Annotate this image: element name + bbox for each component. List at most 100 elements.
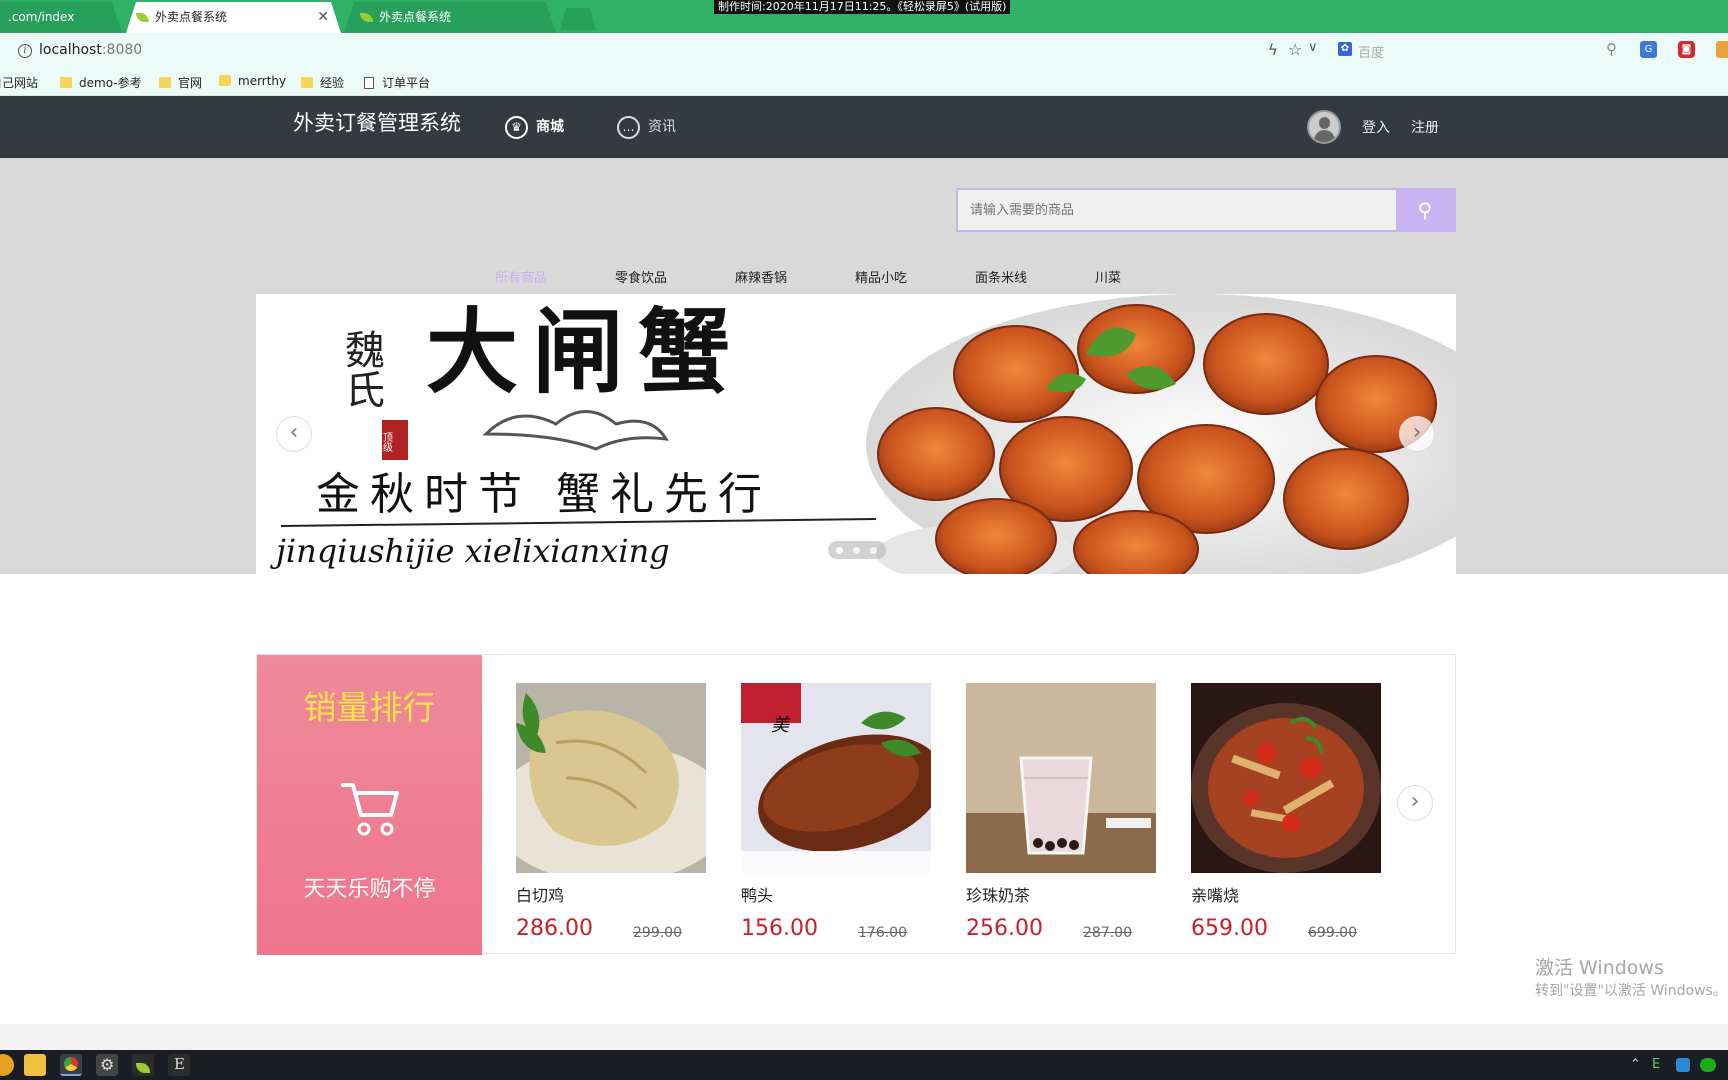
category-tab-noodles[interactable]: 面条米线 [975, 267, 1027, 286]
tray-app-icon[interactable] [1676, 1058, 1690, 1072]
product-name[interactable]: 亲嘴烧 [1191, 882, 1239, 906]
nav-item-mall[interactable]: ♛ 商城 [505, 114, 564, 140]
category-tab-spicy-pot[interactable]: 麻辣香锅 [735, 267, 787, 286]
product-old-price: 287.00 [1083, 925, 1132, 941]
cart-icon [341, 783, 399, 836]
address-bar: i localhost:8080 ϟ ☆ ∨ ✿ 百度 ⚲ G ◙ [0, 33, 1728, 69]
page-footer-strip [0, 1024, 1728, 1050]
banner-slogan: 金秋时节 蟹礼先行 [316, 469, 772, 520]
translate-icon[interactable]: G [1640, 41, 1657, 58]
leaf-favicon-icon [360, 13, 373, 22]
tray-chevron-up-icon[interactable]: ⌃ [1630, 1057, 1641, 1072]
tab-label: 外卖点餐系统 [379, 10, 452, 24]
browser-taskbar-icon[interactable] [60, 1054, 82, 1076]
avatar[interactable] [1307, 110, 1341, 144]
carousel-next-button[interactable]: › [1399, 416, 1435, 452]
category-tab-sichuan[interactable]: 川菜 [1095, 267, 1121, 286]
carousel-prev-button[interactable]: ‹ [276, 416, 312, 452]
banner-pinyin: jinqiushijie xielixianxing [270, 532, 670, 570]
product-image[interactable] [516, 683, 706, 873]
url-host: localhost [39, 42, 102, 58]
page-icon [364, 77, 374, 89]
leaf-favicon-icon [136, 13, 149, 22]
spring-taskbar-icon[interactable] [132, 1054, 154, 1076]
info-icon[interactable]: i [18, 44, 32, 58]
sales-subtitle: 天天乐购不停 [303, 877, 436, 902]
folder-icon [219, 75, 231, 86]
product-image[interactable] [1191, 683, 1381, 873]
folder-icon [159, 77, 171, 88]
url-port: :8080 [101, 42, 143, 58]
bookmarks-bar: 自己网站 demo-参考 官网 merrthy 经验 订单平台 [0, 69, 1728, 96]
baidu-paw-icon: ✿ [1338, 42, 1352, 56]
nav-item-news[interactable]: … 资讯 [617, 114, 676, 140]
carousel-banner[interactable]: 魏氏 大闸蟹 顶级 金秋时节 蟹礼先行 jinqiushijie xielixi… [256, 294, 1456, 574]
carousel-dot-1[interactable] [836, 547, 843, 554]
bookmark-label: 经验 [320, 76, 345, 90]
bookmark-label: demo-参考 [79, 76, 142, 90]
product-card[interactable]: 美 鸭头 156.00 176.00 [741, 683, 931, 941]
folder-icon [60, 77, 72, 88]
product-price: 156.00 [741, 916, 818, 941]
login-link[interactable]: 登入 [1362, 117, 1390, 137]
search-button[interactable]: ⚲ [1396, 190, 1454, 230]
bookmark-item[interactable]: 自己网站 [0, 74, 38, 91]
banner-seal: 顶级 [381, 432, 393, 453]
product-card[interactable]: 亲嘴烧 659.00 699.00 [1191, 683, 1381, 941]
folder-icon [301, 77, 313, 88]
site-header: 外卖订餐管理系统 ♛ 商城 … 资讯 登入 注册 [0, 96, 1728, 158]
windows-activation-hint: 转到"设置"以激活 Windows。 [1535, 983, 1727, 999]
product-card[interactable]: 珍珠奶茶 256.00 287.00 [966, 683, 1156, 941]
extension-icon-2[interactable] [1716, 41, 1728, 58]
bookmark-folder[interactable]: 经验 [301, 74, 344, 91]
star-icon[interactable]: ☆ [1288, 40, 1302, 59]
category-tab-snack-food[interactable]: 精品小吃 [855, 267, 907, 286]
product-image[interactable]: 美 [741, 683, 931, 873]
url-field[interactable]: localhost:8080 [39, 42, 142, 58]
carousel-dot-3[interactable] [870, 547, 877, 554]
carousel-indicators [828, 541, 886, 559]
search-icon[interactable]: ⚲ [1606, 40, 1617, 58]
search-input[interactable] [958, 190, 1396, 230]
chat-icon: … [617, 115, 640, 139]
bookmark-label: 订单平台 [382, 76, 431, 90]
product-name[interactable]: 白切鸡 [516, 882, 564, 906]
chevron-right-icon: › [1410, 789, 1420, 814]
browser-tab-1[interactable]: .com/index [0, 2, 122, 33]
bookmark-label: merrthy [238, 74, 287, 88]
sales-title: 销量排行 [303, 688, 436, 727]
sales-ranking-section: 销量排行 天天乐购不停 白切鸡 286.00 299.00 美 鸭头 156.0… [256, 654, 1456, 955]
nav-label: 商城 [536, 119, 564, 135]
new-tab-button[interactable] [560, 8, 596, 30]
product-image[interactable] [966, 683, 1156, 873]
settings-taskbar-icon[interactable]: ⚙ [96, 1054, 118, 1076]
tab-close-icon[interactable]: ✕ [317, 2, 329, 32]
bookmark-folder[interactable]: merrthy [219, 74, 286, 88]
banner-headline: 大闸蟹 [426, 298, 744, 406]
tray-e-icon[interactable]: E [1652, 1057, 1660, 1072]
sales-promo-panel: 销量排行 天天乐购不停 [257, 655, 482, 955]
category-tab-snacks[interactable]: 零食饮品 [615, 267, 667, 286]
site-brand[interactable]: 外卖订餐管理系统 [293, 107, 461, 137]
bolt-icon[interactable]: ϟ [1268, 41, 1278, 59]
browser-tab-2-active[interactable]: 外卖点餐系统 ✕ [126, 2, 341, 33]
product-name[interactable]: 珍珠奶茶 [966, 882, 1030, 906]
sales-next-button[interactable]: › [1397, 785, 1433, 821]
bookmark-folder[interactable]: 官网 [159, 74, 202, 91]
chevron-down-icon[interactable]: ∨ [1308, 40, 1318, 55]
carousel-dot-2[interactable] [853, 547, 860, 554]
register-link[interactable]: 注册 [1411, 117, 1439, 137]
extension-icon[interactable]: ◙ [1678, 41, 1695, 58]
file-explorer-icon[interactable] [24, 1054, 46, 1076]
taskbar-app-icon[interactable] [0, 1054, 14, 1076]
product-name[interactable]: 鸭头 [741, 882, 773, 906]
product-card[interactable]: 白切鸡 286.00 299.00 [516, 683, 706, 941]
bookmark-page[interactable]: 订单平台 [364, 74, 430, 91]
windows-taskbar: ⚙ E ⌃ E [0, 1050, 1728, 1080]
wechat-tray-icon[interactable] [1700, 1058, 1716, 1072]
browser-tab-3[interactable]: 外卖点餐系统 [344, 2, 556, 33]
bookmark-folder[interactable]: demo-参考 [60, 74, 142, 91]
category-tab-all[interactable]: 所有商品 [495, 267, 547, 286]
editor-taskbar-icon[interactable]: E [168, 1054, 190, 1076]
browser-search-box[interactable]: ✿ 百度 ⚲ [1336, 39, 1617, 63]
